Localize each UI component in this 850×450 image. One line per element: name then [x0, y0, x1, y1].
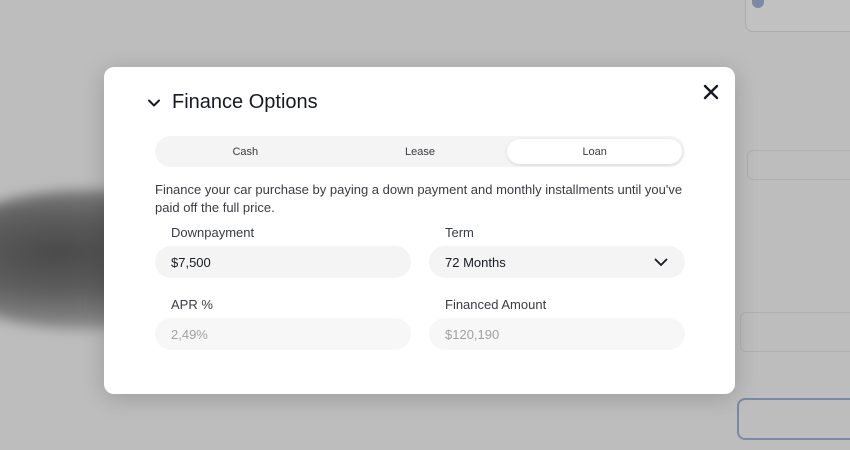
collapse-toggle[interactable]: [146, 95, 162, 111]
tab-cash[interactable]: Cash: [158, 139, 333, 164]
apr-value: 2,49%: [171, 326, 208, 342]
close-icon: [703, 84, 719, 100]
term-value: 72 Months: [445, 254, 506, 270]
payment-type-tabs: Cash Lease Loan: [155, 136, 685, 167]
chevron-down-icon: [653, 254, 669, 270]
modal-header: Finance Options: [146, 91, 318, 114]
tab-lease[interactable]: Lease: [333, 139, 508, 164]
apr-label: APR %: [171, 297, 213, 312]
close-button[interactable]: [700, 81, 722, 103]
financed-amount-value: $120,190: [445, 326, 500, 342]
term-label: Term: [445, 225, 474, 240]
downpayment-input[interactable]: $7,500: [155, 246, 411, 278]
downpayment-value: $7,500: [171, 254, 211, 270]
chevron-down-icon: [148, 99, 160, 106]
apr-input[interactable]: 2,49%: [155, 318, 411, 350]
tab-loan[interactable]: Loan: [507, 139, 683, 164]
financed-amount-field: $120,190: [429, 318, 685, 350]
finance-description: Finance your car purchase by paying a do…: [155, 182, 683, 215]
finance-options-modal: Finance Options Cash Lease Loan Finance …: [104, 67, 735, 394]
modal-title: Finance Options: [172, 91, 318, 113]
term-select[interactable]: 72 Months: [429, 246, 685, 278]
downpayment-label: Downpayment: [171, 225, 255, 240]
financed-amount-label: Financed Amount: [445, 297, 547, 312]
